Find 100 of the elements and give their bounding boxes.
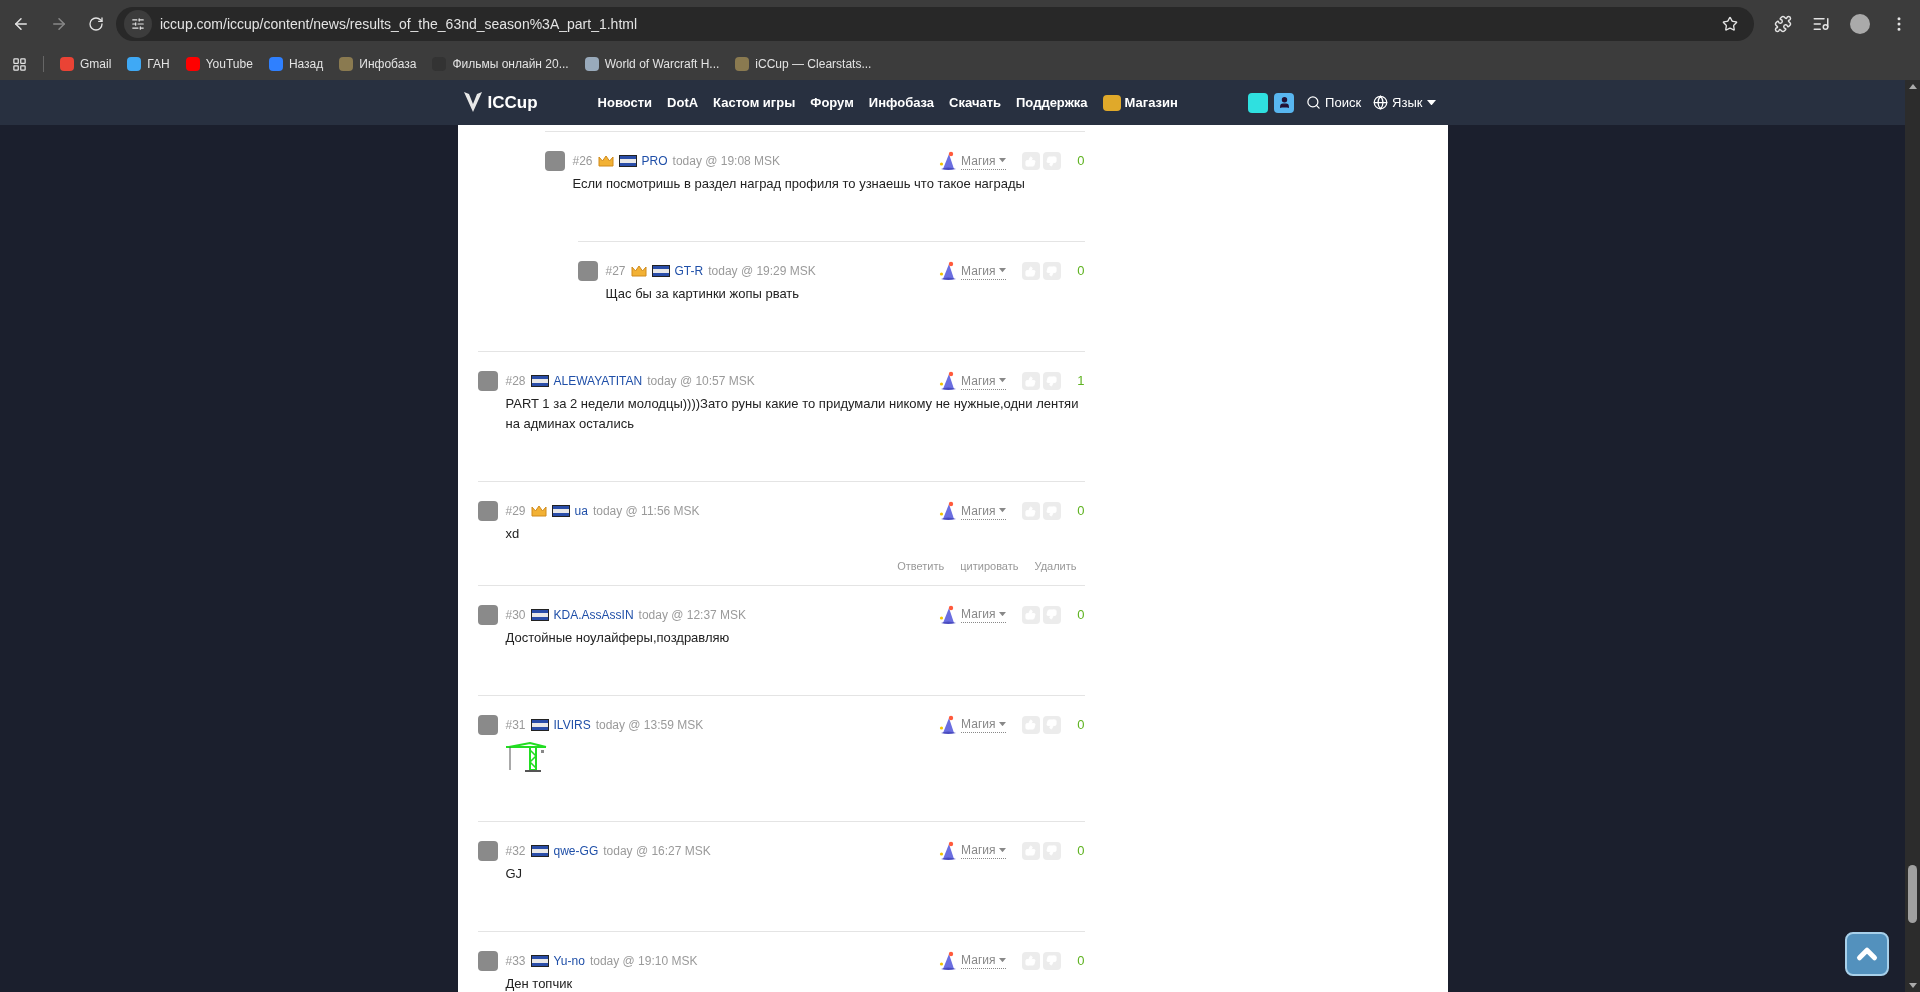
nav-link[interactable]: Форум — [810, 92, 854, 113]
caret-icon — [998, 611, 1006, 617]
comment-number: #29 — [505, 503, 526, 520]
profile-button[interactable] — [1274, 92, 1295, 113]
flag-icon — [551, 505, 570, 517]
magic-dropdown[interactable]: Магия — [961, 502, 1006, 520]
username-link[interactable]: ALEWAYATITAN — [553, 372, 643, 390]
nav-link[interactable]: DotA — [667, 92, 699, 113]
caret-icon — [998, 508, 1006, 513]
user-icon — [1277, 96, 1291, 109]
comment-number: #27 — [605, 263, 626, 280]
magic-dropdown[interactable]: Магия — [961, 372, 1006, 390]
comment-number: #32 — [505, 842, 526, 860]
username-link[interactable]: Yu-no — [553, 951, 585, 970]
caret-icon — [998, 158, 1006, 163]
caret-icon — [998, 378, 1006, 383]
scroll-to-top-button[interactable] — [1845, 932, 1889, 976]
bookmark-favicon — [584, 57, 599, 71]
search-icon — [1306, 95, 1322, 110]
avatar[interactable] — [477, 371, 498, 391]
magic-dropdown[interactable]: Магия — [961, 842, 1006, 859]
bookmark-favicon — [268, 57, 283, 71]
address-bar[interactable]: iccup.com/iccup/content/news/results_of_the_63nd_season%3A_part_1.html — [116, 7, 1754, 41]
username-link[interactable]: ua — [574, 502, 588, 520]
comment-time: today @ 19:29 MSK — [708, 263, 816, 280]
reload-icon[interactable] — [88, 16, 104, 32]
url-text: iccup.com/iccup/content/news/results_of_the_63nd_season%3A_part_1.html — [160, 14, 639, 34]
nav-link[interactable]: Поддержка — [1016, 92, 1088, 113]
back-icon[interactable] — [12, 15, 30, 33]
bookmark-item[interactable]: Фильмы онлайн 20... — [432, 55, 569, 73]
site-settings-icon[interactable] — [131, 17, 145, 31]
bookmark-item[interactable]: ГАН — [127, 55, 170, 73]
magic-dropdown[interactable]: Магия — [961, 716, 1006, 733]
flag-icon — [530, 844, 549, 857]
nav-link[interactable]: Новости — [597, 92, 653, 113]
comment-number: #33 — [505, 952, 526, 970]
caret-icon — [998, 268, 1006, 273]
bookmark-favicon — [60, 57, 74, 71]
search-link[interactable]: Поиск — [1306, 92, 1362, 113]
media-icon[interactable] — [1812, 15, 1830, 33]
magic-dropdown[interactable]: Магия — [961, 952, 1006, 969]
nav-link[interactable]: Кастом игры — [713, 92, 796, 113]
extensions-icon[interactable] — [1774, 15, 1792, 33]
comment-time: today @ 12:37 MSK — [638, 606, 747, 624]
avatar[interactable] — [544, 151, 565, 171]
avatar[interactable] — [477, 501, 498, 521]
bookmark-favicon — [127, 57, 142, 71]
forward-icon[interactable] — [50, 15, 68, 33]
comment-text: Щас бы за картинки жопы рвать — [605, 285, 801, 303]
bookmark-favicon — [185, 57, 200, 71]
bookmark-item[interactable]: YouTube — [185, 55, 253, 73]
avatar[interactable] — [477, 840, 498, 861]
scroll-up-arrow-icon[interactable] — [1908, 84, 1917, 89]
bookmark-item[interactable]: Назад — [268, 55, 324, 73]
comment-text: Достойные ноулайферы,поздравляю — [505, 628, 731, 647]
bookmark-star-icon[interactable] — [1722, 16, 1738, 32]
flag-icon — [530, 954, 549, 967]
scrollbar-thumb[interactable] — [1908, 865, 1917, 923]
nav-link[interactable]: Инфобаза — [868, 92, 935, 113]
vote-score: 1 — [1076, 372, 1085, 391]
comment-time: today @ 13:59 MSK — [595, 716, 704, 734]
vote-score: 0 — [1076, 605, 1085, 624]
language-dropdown[interactable]: Язык — [1373, 92, 1436, 113]
username-link[interactable]: GT-R — [674, 262, 704, 280]
bookmark-favicon — [339, 57, 354, 71]
apps-icon[interactable] — [12, 56, 27, 72]
magic-dropdown[interactable]: Магия — [961, 152, 1006, 170]
avatar[interactable] — [577, 261, 598, 281]
comment-time: today @ 19:10 MSK — [589, 952, 698, 970]
magic-dropdown[interactable]: Магия — [961, 606, 1006, 623]
username-link[interactable]: PRO — [641, 152, 668, 170]
app-icon[interactable] — [1248, 92, 1269, 113]
site-logo-text[interactable]: ICCup — [487, 89, 538, 116]
bookmark-item[interactable]: iCCup — Clearstats... — [735, 55, 872, 73]
nav-link[interactable]: Магазин — [1102, 92, 1178, 113]
bookmark-item[interactable]: Инфобаза — [339, 55, 417, 73]
comment-time: today @ 19:08 MSK — [672, 153, 781, 170]
comment-number: #28 — [505, 373, 526, 390]
caret-icon — [998, 721, 1006, 727]
comment-time: today @ 11:56 MSK — [592, 503, 700, 520]
flag-icon — [530, 608, 549, 621]
bookmark-item[interactable]: Gmail — [60, 55, 112, 73]
avatar[interactable] — [477, 714, 498, 735]
username-link[interactable]: qwe-GG — [553, 841, 599, 860]
profile-avatar[interactable] — [1850, 14, 1870, 34]
comment-text: GJ — [505, 864, 524, 883]
flag-icon — [618, 155, 637, 167]
vote-score: 0 — [1076, 152, 1085, 171]
username-link[interactable]: KDA.AssAssIN — [553, 605, 634, 624]
avatar[interactable] — [477, 950, 498, 971]
bookmark-item[interactable]: World of Warcraft H... — [584, 55, 720, 73]
nav-link[interactable]: Скачать — [949, 92, 1001, 113]
comment-text: Если посмотришь в раздел наград профиля то узнаешь что такое награды — [572, 175, 1026, 193]
magic-dropdown[interactable]: Магия — [961, 262, 1006, 280]
scroll-down-arrow-icon[interactable] — [1908, 983, 1917, 988]
comment-text: PART 1 за 2 недели молодцы))))Зато руны какие то придумали никому не нужные,одни лентяи на админах остались — [505, 395, 1080, 433]
username-link[interactable]: ILVIRS — [553, 715, 591, 734]
avatar[interactable] — [477, 604, 498, 625]
globe-icon — [1373, 95, 1389, 110]
comment-number: #30 — [505, 606, 526, 624]
